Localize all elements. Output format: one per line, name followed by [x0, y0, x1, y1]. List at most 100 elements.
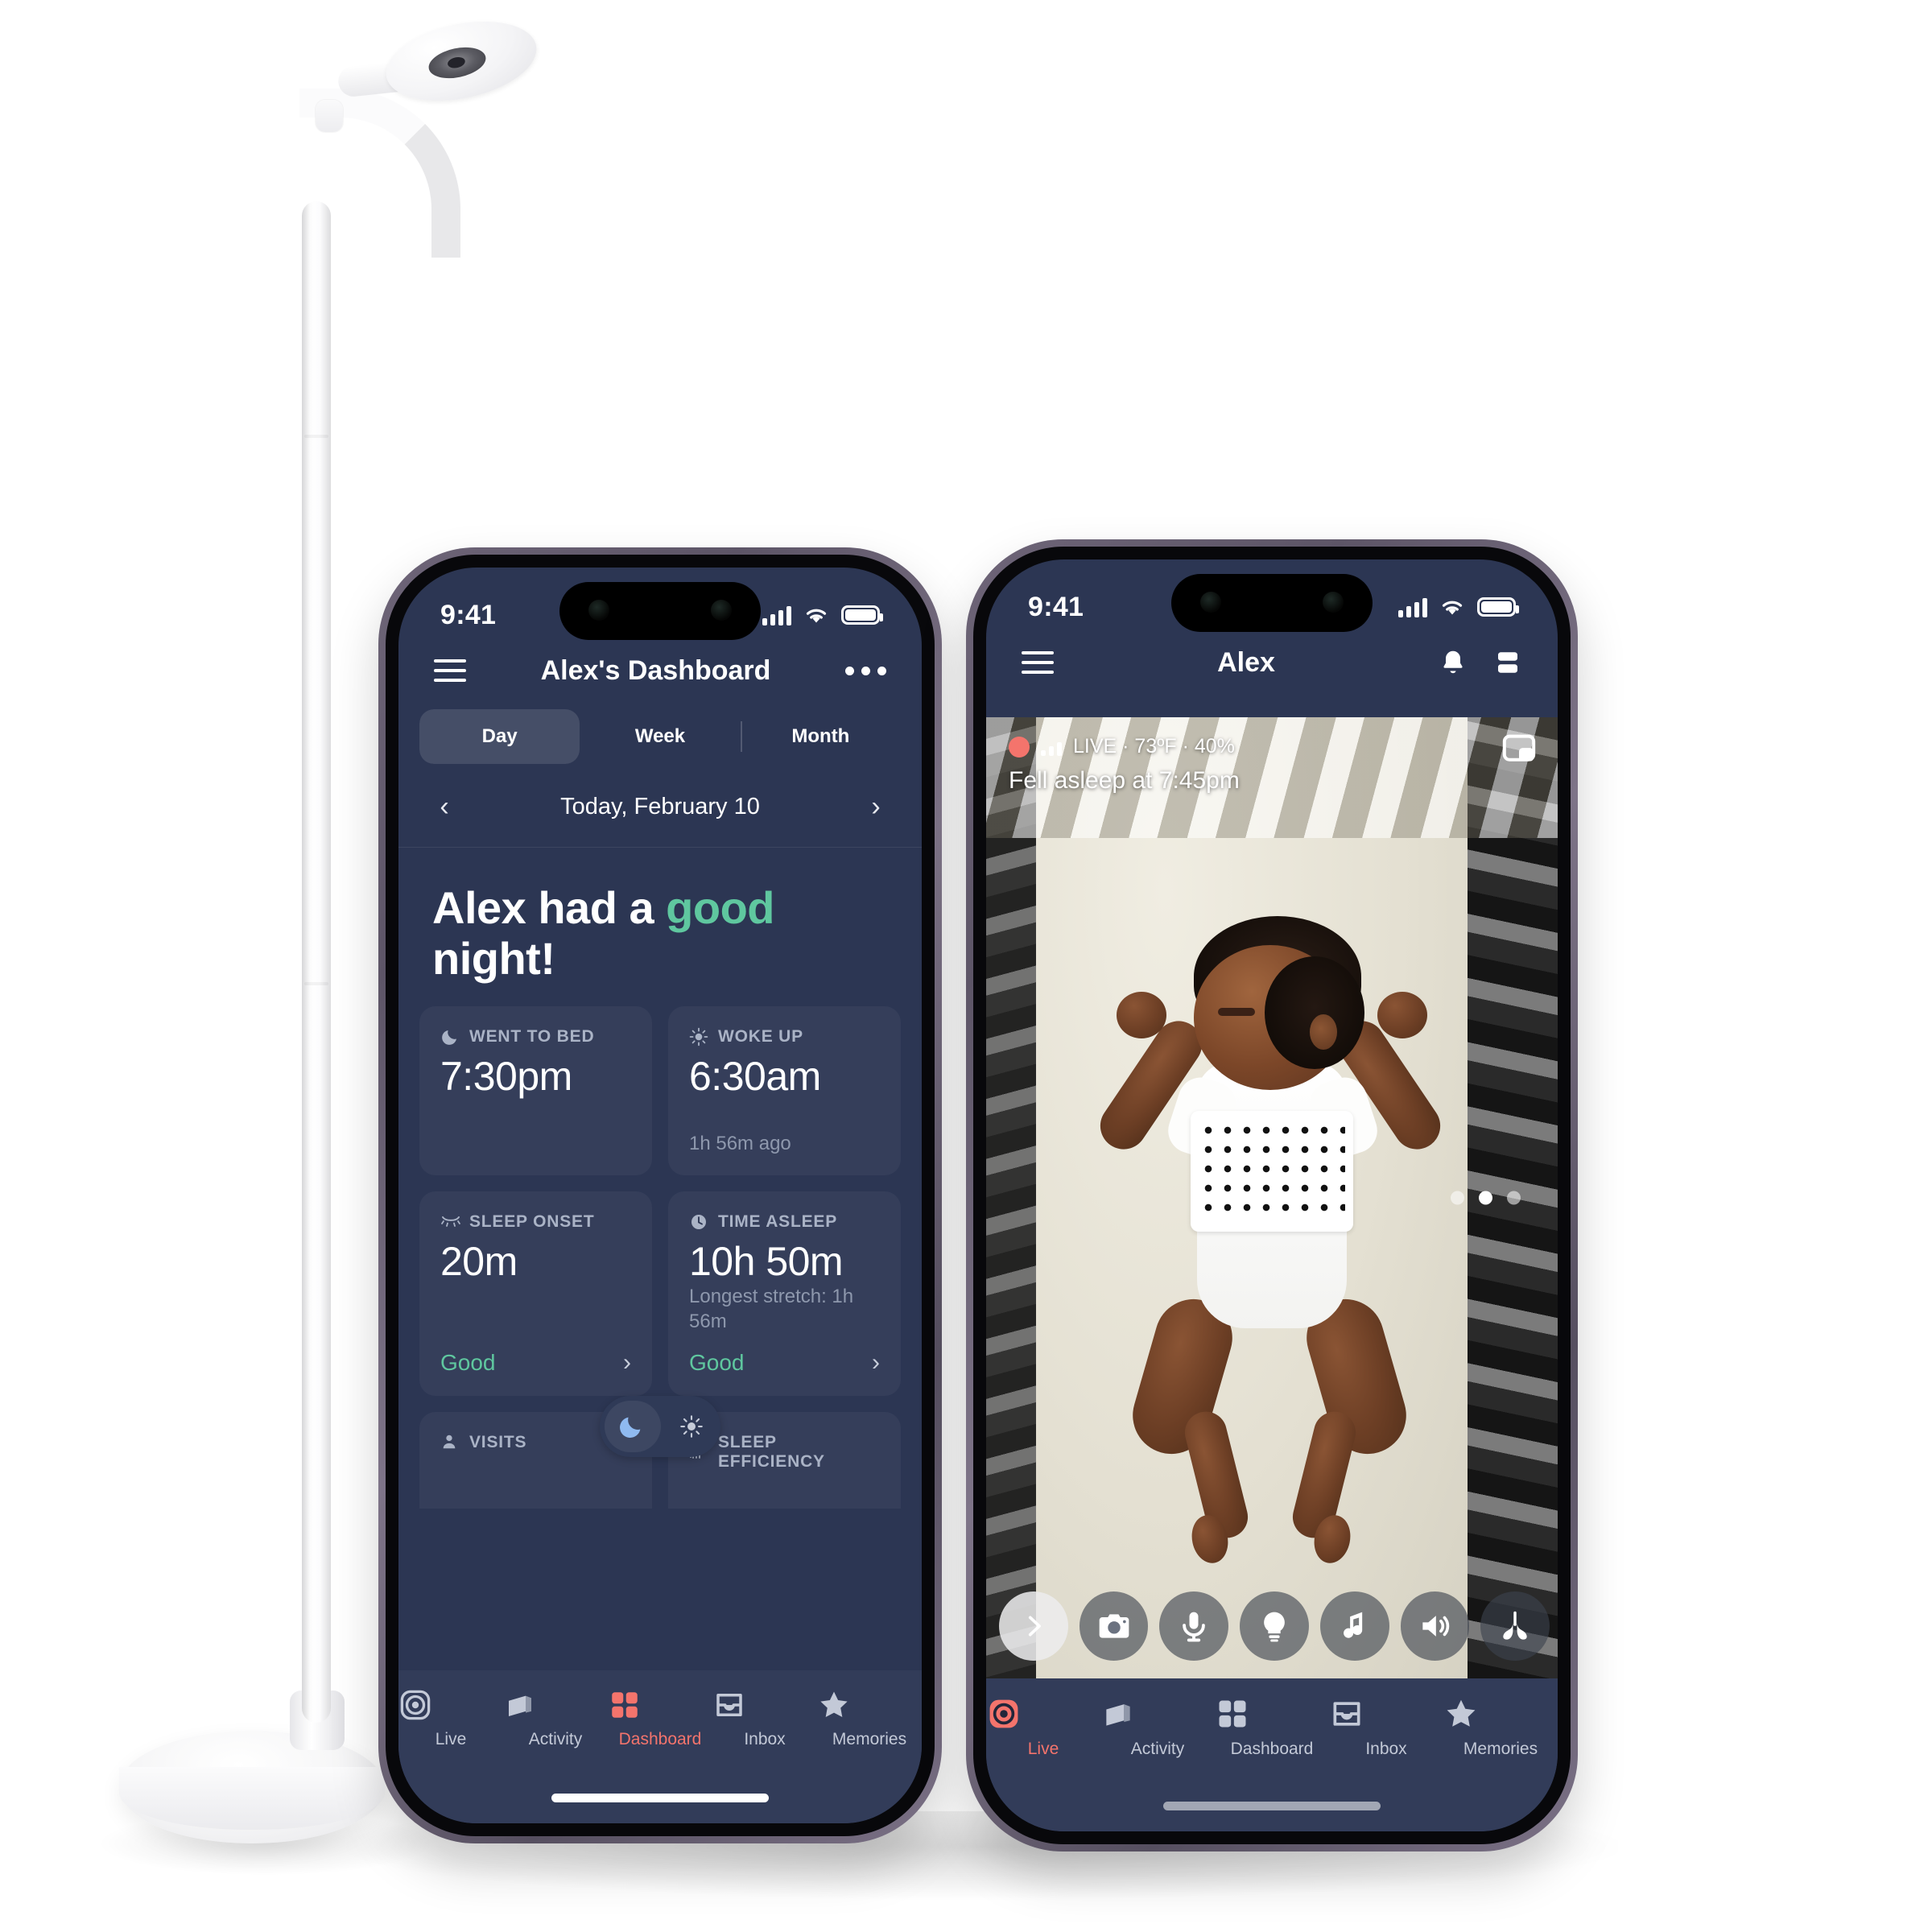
pole-seam: [304, 435, 328, 438]
card-subtext: 1h 56m ago: [689, 1132, 791, 1154]
more-options-icon[interactable]: [845, 666, 886, 675]
sidebar-item-dashboard[interactable]: Dashboard: [1215, 1696, 1329, 1759]
activity-card-icon: [503, 1688, 608, 1722]
status-bar: 9:41: [398, 568, 922, 645]
bottom-tab-bar: Live Activity Dashboard Inbox Memories: [986, 1678, 1558, 1831]
sidebar-item-live[interactable]: Live: [398, 1688, 503, 1749]
tab-label: Dashboard: [1230, 1740, 1314, 1758]
segment-day[interactable]: Day: [419, 709, 580, 764]
chevron-right-icon[interactable]: ›: [623, 1349, 631, 1377]
metric-card-grid: WENT TO BED 7:30pm WOKE UP 6:30am 1h 56m…: [398, 1006, 922, 1396]
card-label: WENT TO BED: [469, 1027, 595, 1046]
chevron-right-icon[interactable]: ›: [862, 791, 890, 823]
card-footer[interactable]: Good ›: [440, 1335, 631, 1377]
headline-prefix: Alex had a: [432, 882, 667, 933]
stand-pole: [302, 201, 331, 1723]
chevron-left-icon[interactable]: ‹: [431, 791, 458, 823]
day-night-toggle[interactable]: [600, 1395, 720, 1457]
tab-label: Live: [435, 1730, 467, 1748]
sleep-sensor-band: [1191, 1110, 1353, 1232]
hamburger-menu-icon[interactable]: [434, 653, 466, 688]
page-dot-active[interactable]: [1479, 1191, 1492, 1205]
picture-in-picture-icon[interactable]: [1501, 733, 1537, 766]
sidebar-item-live[interactable]: Live: [986, 1696, 1100, 1759]
night-summary-headline: Alex had a good night!: [398, 848, 922, 1006]
status-indicators: [1398, 597, 1519, 617]
current-date-label: Today, February 10: [560, 794, 760, 819]
status-badge: Good: [689, 1349, 745, 1375]
memories-star-icon: [817, 1688, 922, 1722]
page-dot[interactable]: [1451, 1191, 1464, 1205]
segment-month[interactable]: Month: [740, 709, 901, 764]
chevron-right-icon[interactable]: ›: [872, 1349, 880, 1377]
tab-label: Activity: [1130, 1740, 1185, 1758]
status-badge: Good: [440, 1349, 496, 1375]
sound-machine-button[interactable]: [1319, 1591, 1389, 1661]
expand-controls-button[interactable]: [999, 1591, 1068, 1661]
sun-icon[interactable]: [679, 1414, 704, 1439]
sidebar-item-memories[interactable]: Memories: [817, 1688, 922, 1749]
stream-signal-icon: [1041, 738, 1062, 756]
phone-bezel: 9:41 Alex's Dashboard Day Week Month ‹ T…: [386, 555, 935, 1836]
wifi-icon: [803, 605, 830, 625]
home-indicator[interactable]: [1163, 1802, 1381, 1810]
card-went-to-bed[interactable]: WENT TO BED 7:30pm: [419, 1006, 652, 1176]
cellular-signal-icon: [1398, 597, 1427, 617]
face-id-sensor-icon: [1323, 592, 1344, 613]
dashboard-screen: 9:41 Alex's Dashboard Day Week Month ‹ T…: [398, 568, 922, 1823]
talk-button[interactable]: [1159, 1591, 1229, 1661]
card-sleep-onset[interactable]: SLEEP ONSET 20m Good ›: [419, 1191, 652, 1396]
sun-icon: [689, 1027, 708, 1046]
card-label: VISITS: [469, 1432, 527, 1451]
dashboard-grid-icon: [1215, 1696, 1329, 1732]
hamburger-menu-icon[interactable]: [1022, 645, 1054, 680]
carousel-page-indicator[interactable]: [1451, 1191, 1521, 1205]
person-icon: [440, 1433, 460, 1452]
status-time: 9:41: [1028, 591, 1084, 622]
face-id-sensor-icon: [711, 600, 732, 621]
cellular-signal-icon: [762, 605, 791, 625]
closed-eye-icon: [440, 1212, 460, 1232]
camera-button[interactable]: [1079, 1591, 1149, 1661]
tab-label: Dashboard: [618, 1730, 702, 1748]
sidebar-item-dashboard[interactable]: Dashboard: [608, 1688, 712, 1749]
recording-dot-icon: [1009, 736, 1030, 758]
home-indicator[interactable]: [551, 1794, 769, 1802]
period-segmented-control[interactable]: Day Week Month: [419, 709, 901, 764]
sidebar-item-activity[interactable]: Activity: [503, 1688, 608, 1749]
headline-suffix: night!: [432, 932, 555, 984]
card-value: 7:30pm: [440, 1054, 572, 1100]
secondary-card-row: VISITS SLEEP EFFICIENCY: [398, 1395, 922, 1509]
tab-label: Activity: [528, 1730, 583, 1748]
card-subtext: Longest stretch: 1h 56m: [689, 1286, 854, 1333]
headline-highlight: good: [666, 882, 774, 933]
sidebar-item-inbox[interactable]: Inbox: [712, 1688, 817, 1749]
tab-label: Live: [1027, 1740, 1059, 1758]
nightlight-button[interactable]: [1240, 1591, 1309, 1661]
sidebar-item-memories[interactable]: Memories: [1443, 1696, 1558, 1759]
sidebar-item-activity[interactable]: Activity: [1100, 1696, 1215, 1759]
live-camera-feed[interactable]: LIVE · 73ºF · 40% Fell asleep at 7:45pm: [986, 717, 1558, 1678]
segment-week[interactable]: Week: [580, 709, 740, 764]
battery-icon: [1477, 597, 1519, 617]
page-dot[interactable]: [1507, 1191, 1521, 1205]
card-time-asleep[interactable]: TIME ASLEEP 10h 50m Longest stretch: 1h …: [668, 1191, 901, 1396]
split-layout-icon[interactable]: [1493, 648, 1522, 677]
page-title: Alex: [1217, 646, 1275, 678]
baby-right-fist: [1377, 991, 1427, 1038]
moon-icon: [440, 1027, 460, 1046]
breathing-button[interactable]: [1480, 1591, 1550, 1661]
card-woke-up[interactable]: WOKE UP 6:30am 1h 56m ago: [668, 1006, 901, 1176]
sleeping-baby: [1091, 879, 1450, 1567]
sidebar-item-inbox[interactable]: Inbox: [1329, 1696, 1443, 1759]
notification-bell-icon[interactable]: [1439, 648, 1468, 677]
moon-icon[interactable]: [617, 1413, 645, 1440]
card-label-row: TIME ASLEEP: [689, 1212, 880, 1232]
baby-left-fist: [1117, 991, 1166, 1038]
volume-button[interactable]: [1400, 1591, 1470, 1661]
dynamic-island: [1171, 574, 1373, 632]
card-value: 6:30am: [689, 1054, 821, 1100]
card-footer[interactable]: Good ›: [689, 1335, 880, 1377]
tab-label: Inbox: [744, 1730, 786, 1748]
stand-power-button[interactable]: [316, 100, 343, 132]
